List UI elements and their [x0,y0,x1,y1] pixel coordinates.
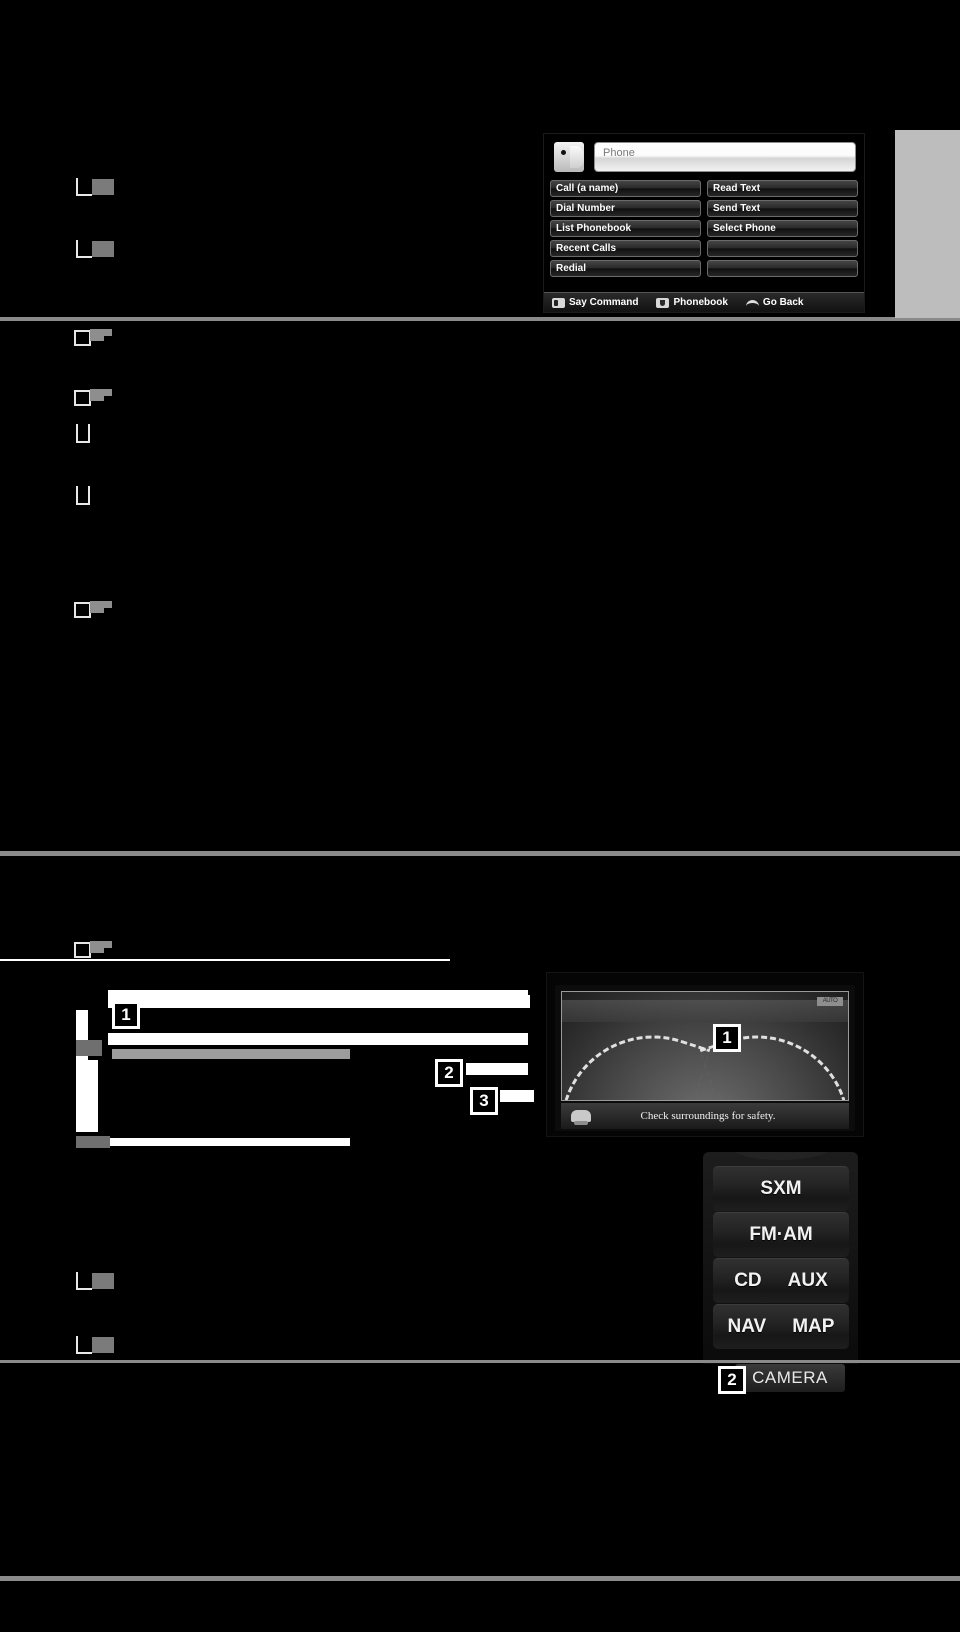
text-block [108,1033,528,1045]
command-list-phonebook[interactable]: List Phonebook [550,220,701,237]
phonebook-action[interactable]: Phonebook [656,297,728,308]
say-command-action[interactable]: Say Command [552,297,638,308]
section-rule [0,851,960,856]
command-row: Redial [550,260,858,277]
text-block [500,1090,534,1102]
body-rule [0,959,450,961]
person-head-icon [554,142,584,172]
safety-warning-bar: Check surroundings for safety. [561,1103,849,1129]
command-call-a-name[interactable]: Call (a name) [550,180,701,197]
audio-source-panel: SXM FM·AM CD AUX NAV MAP [703,1152,858,1364]
callout-badge-camera-view: 1 [713,1024,741,1052]
manual-page: Phone Call (a name) Read Text Dial Numbe… [0,0,960,1632]
safety-warning-text: Check surroundings for safety. [640,1110,776,1122]
callout-badge-camera-button: 2 [718,1366,746,1394]
callout-badge-1: 1 [112,1001,140,1029]
text-block [140,995,530,1008]
command-row: Recent Calls [550,240,858,257]
text-block-gray [76,1040,102,1056]
command-recent-calls[interactable]: Recent Calls [550,240,701,257]
list-marker-open [76,424,92,443]
footer-rule [0,1360,960,1363]
map-label: MAP [792,1316,835,1337]
auto-tag: AUTO [817,997,843,1006]
go-back-label: Go Back [762,297,804,308]
phonebook-icon [656,297,670,308]
page-side-panel [895,130,960,318]
command-dial-number[interactable]: Dial Number [550,200,701,217]
section-rule [0,317,960,321]
cd-label: CD [734,1270,762,1291]
footer-rule-2 [0,1576,960,1581]
phonebook-label: Phonebook [673,297,728,308]
fm-am-button[interactable]: FM·AM [713,1212,849,1257]
command-select-phone[interactable]: Select Phone [707,220,858,237]
text-block-gray [76,1136,110,1148]
list-marker-hand [74,600,116,620]
command-grid: Call (a name) Read Text Dial Number Send… [550,180,858,280]
command-redial[interactable]: Redial [550,260,701,277]
command-row: Dial Number Send Text [550,200,858,217]
list-marker-open [76,486,92,505]
go-back-action[interactable]: Go Back [745,297,804,308]
monitor-bezel: AUTO 1 Check surroundings for safety. [555,985,855,1131]
cd-aux-button[interactable]: CD AUX [713,1258,849,1303]
voice-prompt-text: Phone [603,147,635,159]
sxm-label: SXM [760,1178,802,1199]
say-command-label: Say Command [569,297,639,308]
callout-badge-3: 3 [470,1087,498,1115]
rear-camera-screenshot: AUTO 1 Check surroundings for safety. [546,972,864,1137]
talk-button-icon [552,297,565,308]
list-marker-hand [74,940,116,960]
command-read-text[interactable]: Read Text [707,180,858,197]
command-empty-slot[interactable] [707,260,858,277]
list-marker-square [76,178,116,196]
voice-prompt-field[interactable]: Phone [594,142,856,172]
aux-label: AUX [787,1270,828,1291]
callout-badge-2: 2 [435,1059,463,1087]
list-marker-square [76,1272,116,1290]
hang-up-phone-icon [745,298,759,308]
camera-button-label: CAMERA [752,1368,828,1387]
list-marker-square [76,1336,116,1354]
nav-label: NAV [727,1316,767,1337]
sxm-button[interactable]: SXM [713,1166,849,1211]
text-block [110,1138,350,1146]
voice-phone-screenshot: Phone Call (a name) Read Text Dial Numbe… [543,133,865,313]
text-block [76,1060,98,1132]
text-block [466,1063,528,1075]
nav-map-button[interactable]: NAV MAP [713,1304,849,1349]
command-row: List Phonebook Select Phone [550,220,858,237]
command-send-text[interactable]: Send Text [707,200,858,217]
guide-line-left-icon [564,1011,711,1100]
list-marker-square [76,240,116,258]
command-empty-slot[interactable] [707,240,858,257]
list-marker-hand [74,388,116,408]
phone-header: Phone [544,134,864,178]
camera-button[interactable]: CAMERA [735,1364,845,1392]
list-marker-hand [74,328,116,348]
horizon-band [562,1000,848,1022]
command-row: Call (a name) Read Text [550,180,858,197]
camera-video-view: AUTO 1 [561,991,849,1101]
fm-am-label: FM·AM [749,1224,813,1245]
text-block-gray [112,1049,350,1059]
car-rear-icon [571,1110,591,1125]
phone-bottom-bar: Say Command Phonebook Go Back [544,292,864,312]
